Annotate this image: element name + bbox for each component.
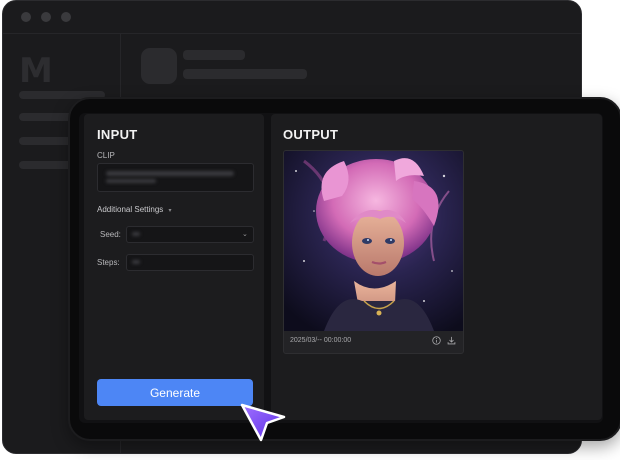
header-placeholder-line bbox=[183, 50, 245, 60]
steps-input[interactable] bbox=[126, 254, 254, 271]
clip-label: CLIP bbox=[97, 151, 115, 160]
clip-text-blurred bbox=[106, 179, 156, 183]
output-panel-title: OUTPUT bbox=[283, 127, 339, 142]
output-image-card[interactable]: 2025/03/-- 00:00:00 bbox=[283, 150, 464, 354]
background-avatar-placeholder bbox=[141, 48, 177, 84]
additional-settings-toggle[interactable]: Additional Settings ▾ bbox=[97, 205, 172, 214]
window-maximize-dot[interactable] bbox=[61, 12, 71, 22]
app-logo: M bbox=[19, 51, 53, 91]
window-close-dot[interactable] bbox=[21, 12, 31, 22]
download-icon[interactable] bbox=[447, 336, 456, 345]
chevron-down-icon: ▾ bbox=[168, 208, 172, 214]
steps-label: Steps: bbox=[97, 258, 120, 267]
window-titlebar bbox=[3, 1, 581, 34]
output-timestamp: 2025/03/-- 00:00:00 bbox=[290, 337, 352, 344]
seed-value-blurred bbox=[132, 232, 140, 236]
seed-select[interactable]: ⌄ bbox=[126, 226, 254, 243]
window-minimize-dot[interactable] bbox=[41, 12, 51, 22]
seed-label: Seed: bbox=[100, 230, 121, 239]
pointer-cursor-icon bbox=[240, 403, 286, 442]
additional-settings-label: Additional Settings bbox=[97, 205, 164, 214]
clip-text-blurred bbox=[106, 171, 234, 176]
chevron-down-icon: ⌄ bbox=[242, 231, 248, 238]
generated-image[interactable] bbox=[284, 151, 463, 331]
generate-button[interactable]: Generate bbox=[97, 379, 253, 406]
info-icon[interactable] bbox=[432, 336, 441, 345]
clip-input[interactable] bbox=[97, 163, 254, 192]
header-placeholder-line bbox=[183, 69, 307, 79]
steps-value-blurred bbox=[132, 260, 140, 264]
input-panel-title: INPUT bbox=[97, 127, 138, 142]
